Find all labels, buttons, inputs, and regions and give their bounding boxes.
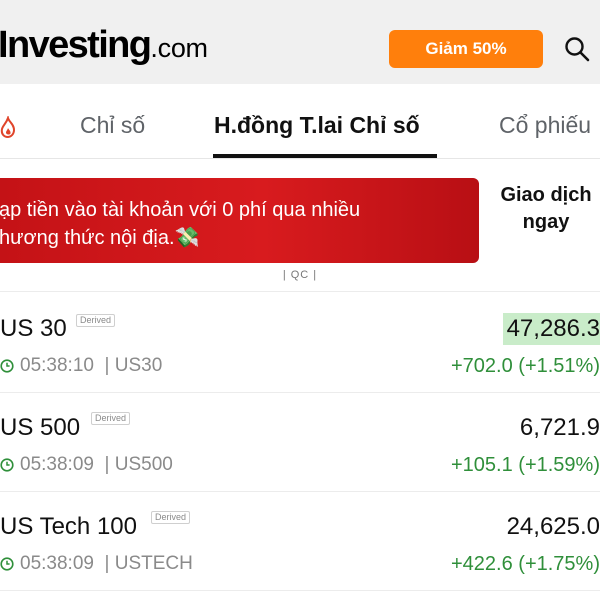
promo-button[interactable]: Giảm 50%	[389, 30, 543, 68]
row-code: | US30	[104, 355, 163, 376]
row-price: 24,625.0	[506, 513, 600, 540]
row-price: 47,286.3	[502, 313, 600, 345]
tab-stocks[interactable]: Cổ phiếu	[499, 112, 591, 139]
table-row[interactable]	[0, 393, 600, 493]
row-symbol[interactable]: US Tech 100	[0, 513, 137, 541]
derived-badge: Derived	[151, 511, 191, 524]
row-code: | USTECH	[104, 553, 193, 574]
logo-wordmark: Investing	[0, 24, 152, 66]
row-meta: 05:38:09 | US500	[0, 454, 173, 476]
tab-indices[interactable]: Chỉ số	[80, 112, 145, 139]
ad-text: ạp tiền vào tài khoản với 0 phí qua nhiề…	[0, 196, 469, 252]
clock-icon	[0, 458, 14, 472]
fire-icon[interactable]	[0, 116, 16, 138]
row-change: +702.0 (+1.51%)	[451, 355, 600, 377]
clock-icon	[0, 359, 14, 373]
ad-text-line-1: ạp tiền vào tài khoản với 0 phí qua nhiề…	[0, 199, 361, 221]
row-meta: 05:38:09 | USTECH	[0, 553, 193, 575]
table-row[interactable]	[0, 492, 600, 592]
tabs-divider	[0, 158, 600, 159]
clock-icon	[0, 557, 14, 571]
search-icon[interactable]	[564, 36, 590, 62]
row-symbol[interactable]: US 30	[0, 315, 67, 343]
row-divider	[0, 590, 600, 591]
ad-text-line-2: hương thức nội địa.💸	[0, 227, 200, 249]
row-meta: 05:38:10 | US30	[0, 355, 162, 377]
top-header: Investing.com Giảm 50%	[0, 0, 600, 84]
row-symbol[interactable]: US 500	[0, 414, 80, 442]
row-price: 6,721.9	[519, 414, 600, 441]
row-time: 05:38:09	[20, 553, 94, 574]
investing-logo[interactable]: Investing.com	[0, 24, 208, 67]
ad-cta-button[interactable]: Giao dịch ngay	[494, 182, 598, 236]
tab-index-futures[interactable]: H.đồng T.lai Chỉ số	[214, 112, 420, 139]
derived-badge: Derived	[76, 314, 116, 327]
row-time: 05:38:09	[20, 454, 94, 475]
row-change: +422.6 (+1.75%)	[451, 553, 600, 575]
row-code: | US500	[104, 454, 173, 475]
logo-suffix: .com	[150, 33, 208, 63]
row-time: 05:38:10	[20, 355, 94, 376]
ad-label: | QC |	[282, 269, 318, 281]
row-change: +105.1 (+1.59%)	[451, 454, 600, 476]
derived-badge: Derived	[91, 412, 131, 425]
